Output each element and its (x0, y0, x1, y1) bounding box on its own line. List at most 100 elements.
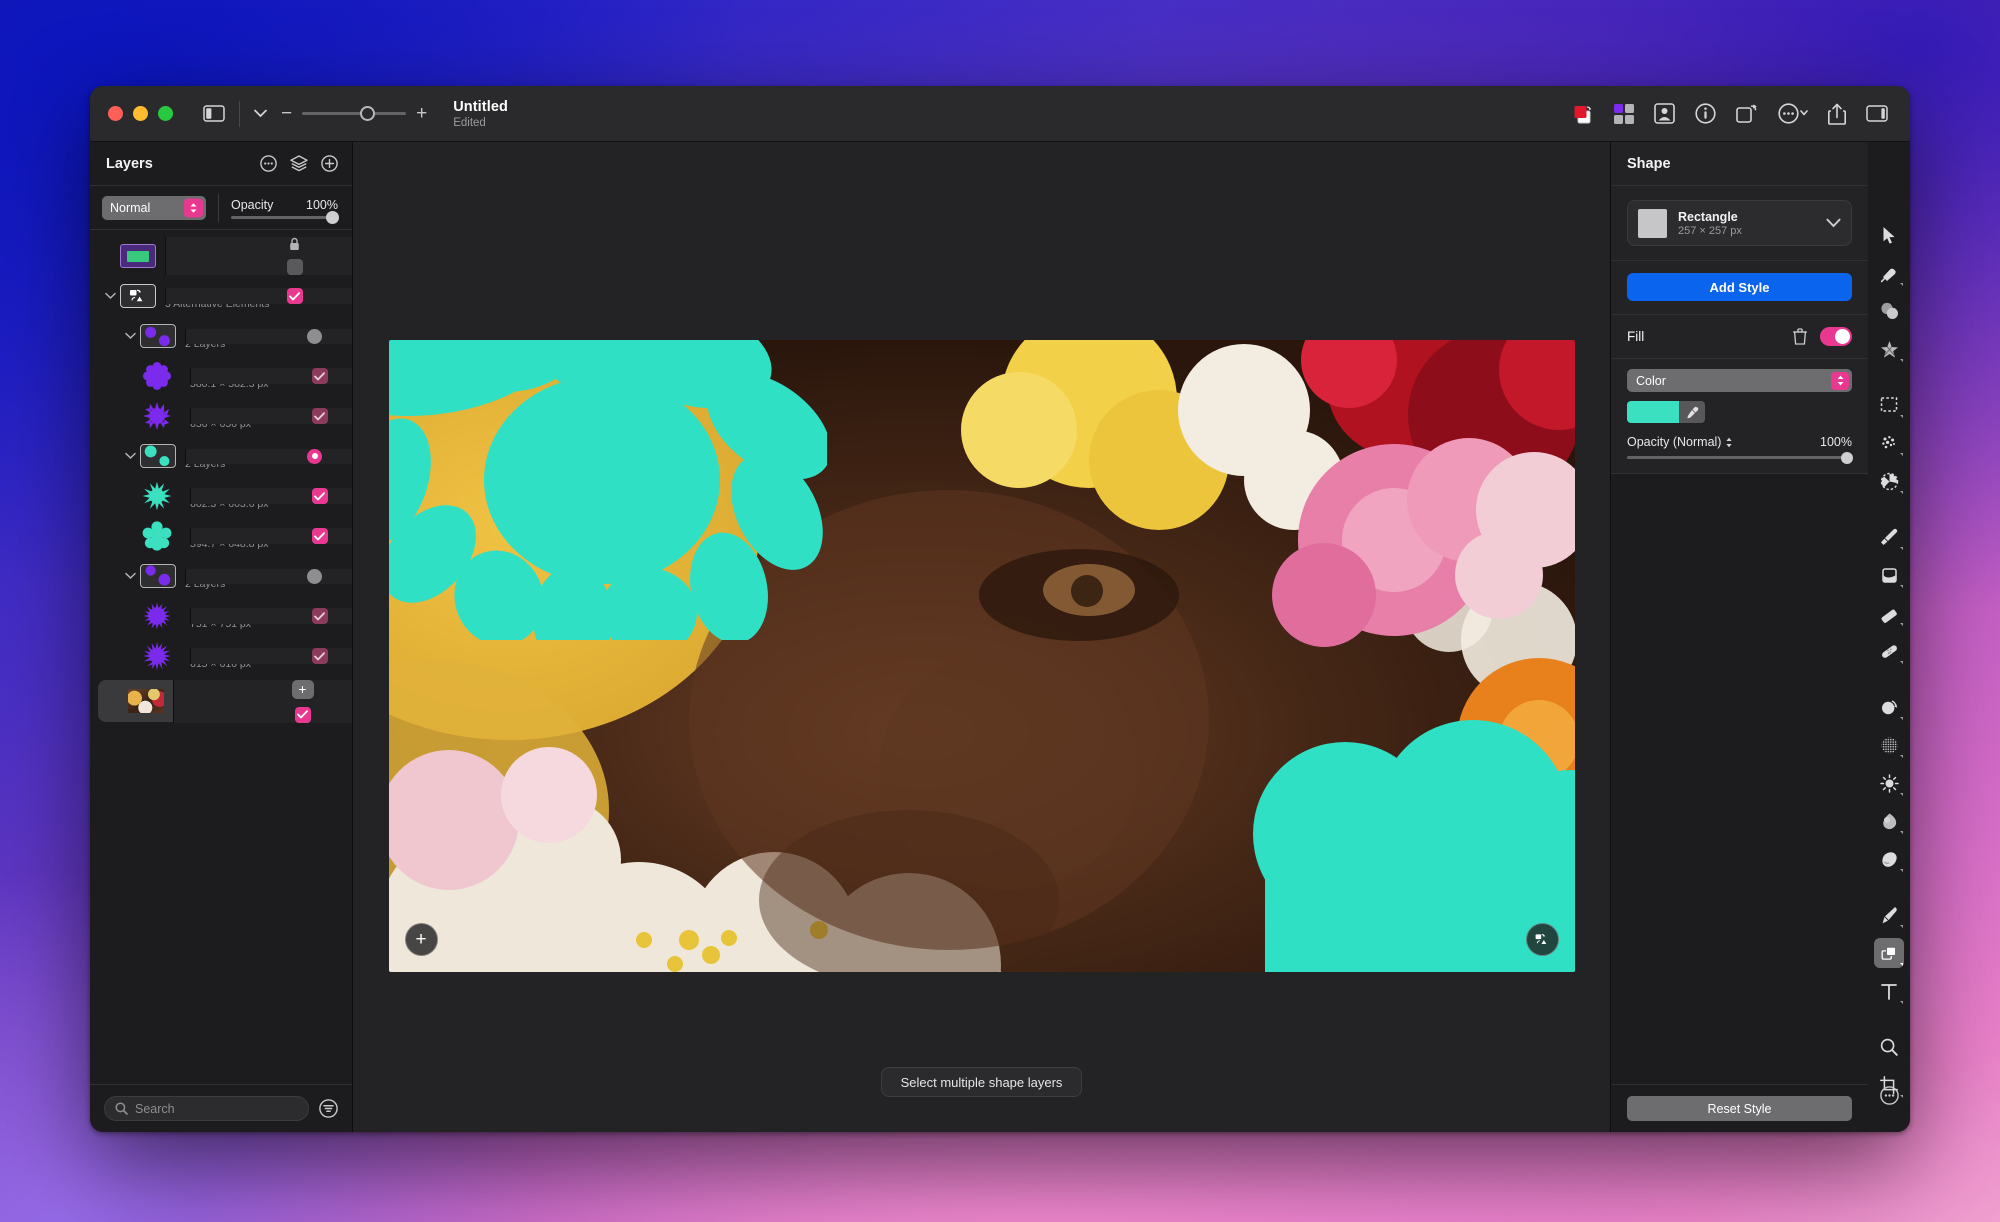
canvas-area[interactable]: + Select multiple shape layers (353, 142, 1610, 1132)
right-panel-icon[interactable] (1866, 105, 1888, 122)
view-options-chevron-icon[interactable] (254, 109, 267, 118)
zoom-slider-group[interactable]: − + (281, 104, 427, 123)
layer-row-shape-2a[interactable]: Shape 2 656 × 656 px (90, 396, 352, 436)
eraser-icon[interactable] (1874, 598, 1904, 628)
layer-row-shape-2b[interactable]: Shape 2 594.7 × 648.8 px (90, 516, 352, 556)
blend-mode-stepper-icon[interactable] (184, 198, 203, 217)
zoom-in-label[interactable]: + (416, 104, 427, 123)
rotate-icon[interactable] (1736, 103, 1758, 124)
layer-visibility-checkbox[interactable] (311, 368, 328, 384)
teal-clover-shape[interactable] (1205, 706, 1575, 972)
layers-stack-icon[interactable] (290, 155, 308, 172)
fill-color-swatch[interactable] (1627, 401, 1679, 423)
alternative-selector-dot[interactable] (307, 328, 322, 344)
layer-visibility-checkbox[interactable] (311, 408, 328, 424)
shapes-color-icon[interactable] (1572, 104, 1594, 124)
alternative-shape-button[interactable] (1525, 923, 1559, 956)
more-options-icon[interactable] (1778, 103, 1808, 124)
zoom-slider[interactable] (302, 106, 407, 121)
zoom-slider-handle[interactable] (360, 106, 376, 121)
smudge-icon[interactable] (1874, 692, 1904, 722)
dodge-icon[interactable] (1874, 768, 1904, 798)
maximize-window-button[interactable] (158, 106, 173, 121)
layer-row-composition-3[interactable]: Composition 3 2 Layers (90, 556, 352, 596)
bandage-icon[interactable] (1874, 636, 1904, 666)
layer-row-shape-1a[interactable]: Shape 1 580.1 × 582.3 px (90, 356, 352, 396)
layer-row-composition-1[interactable]: Composition 1 2 Layers (90, 316, 352, 356)
retouch-icon[interactable] (1874, 258, 1904, 288)
layer-opacity-slider[interactable] (231, 210, 339, 224)
paint-bucket-icon[interactable] (1874, 560, 1904, 590)
replace-media-button[interactable]: + (291, 679, 314, 699)
alternative-selector-dot[interactable] (307, 568, 322, 584)
shape-icon[interactable] (1874, 938, 1904, 968)
filter-icon[interactable] (319, 1099, 338, 1118)
blend-mode-select[interactable]: Normal (102, 195, 206, 220)
trash-icon[interactable] (1793, 328, 1807, 345)
brush-icon[interactable] (1874, 522, 1904, 552)
zoom-icon[interactable] (1874, 1032, 1904, 1062)
search-input[interactable]: Search (104, 1096, 309, 1121)
teal-daisy-shape[interactable] (388, 340, 827, 640)
halftone-icon[interactable] (1874, 730, 1904, 760)
share-icon[interactable] (1828, 103, 1846, 125)
traffic-light-buttons[interactable] (108, 106, 173, 121)
magic-wand-icon[interactable] (1874, 428, 1904, 458)
disclosure-triangle-icon[interactable] (120, 452, 140, 460)
distort-icon[interactable] (1874, 334, 1904, 364)
more-options-icon[interactable] (260, 155, 277, 172)
layer-visibility-checkbox[interactable] (311, 608, 328, 624)
grid-swatches-icon[interactable] (1614, 103, 1634, 124)
fill-opacity-slider[interactable] (1627, 451, 1853, 464)
pointer-icon[interactable] (1874, 220, 1904, 250)
clone-icon[interactable] (1874, 466, 1904, 496)
pen-icon[interactable] (1874, 900, 1904, 930)
selection-icon[interactable] (1874, 390, 1904, 420)
zoom-out-label[interactable]: − (281, 104, 292, 123)
toggle-sidebar-icon[interactable] (203, 105, 225, 122)
chevron-down-icon[interactable] (1826, 218, 1841, 228)
reset-style-button[interactable]: Reset Style (1627, 1096, 1852, 1121)
blend-icon[interactable] (1874, 296, 1904, 326)
disclosure-triangle-icon[interactable] (120, 332, 140, 340)
tool-rail[interactable] (1868, 142, 1910, 1132)
add-style-button[interactable]: Add Style (1627, 273, 1852, 301)
shape-selector[interactable]: Rectangle 257 × 257 px (1627, 200, 1852, 246)
minimize-window-button[interactable] (133, 106, 148, 121)
add-layer-icon[interactable] (321, 155, 338, 172)
alternative-selector-dot[interactable] (307, 448, 322, 464)
layer-visibility-checkbox[interactable] (286, 288, 303, 304)
text-icon[interactable] (1874, 976, 1904, 1006)
fill-color-row[interactable] (1627, 401, 1705, 423)
fill-type-stepper-icon[interactable] (1831, 371, 1849, 390)
layer-row-safe-area-guide[interactable]: Safe Area Guide 1200 × 628 px (90, 236, 352, 276)
layer-row-media-placeholder[interactable]: Media Placeholder: R… Placeholder Layer … (98, 679, 352, 723)
layer-row-shape-1c[interactable]: Shape 1 751 × 751 px (90, 596, 352, 636)
fill-opacity-control[interactable]: Opacity (Normal) 100% (1627, 435, 1853, 464)
layer-visibility-checkbox[interactable] (294, 706, 311, 723)
layer-row-shape-2c[interactable]: Shape 2 615 × 616 px (90, 636, 352, 676)
layer-row-composition-2[interactable]: Composition 2 2 Layers (90, 436, 352, 476)
fill-type-select[interactable]: Color (1627, 369, 1852, 392)
disclosure-triangle-icon[interactable] (100, 292, 120, 300)
layer-visibility-checkbox[interactable] (311, 488, 328, 504)
canvas-hint-pill[interactable]: Select multiple shape layers (880, 1067, 1083, 1097)
more-tools-icon[interactable] (1874, 1080, 1904, 1110)
layer-opacity-control[interactable]: Opacity 100% (231, 197, 339, 224)
sponge-icon[interactable] (1874, 844, 1904, 874)
artboard[interactable]: + (388, 340, 1575, 972)
layer-row-shape-1b[interactable]: Shape 1 602.3 × 603.6 px (90, 476, 352, 516)
fill-opacity-handle[interactable] (1841, 451, 1853, 464)
layer-list[interactable]: Safe Area Guide 1200 × 628 px (90, 230, 352, 1084)
layer-visibility-checkbox[interactable] (286, 259, 303, 275)
layer-row-shapes[interactable]: Shapes 3 Alternative Elements (90, 276, 352, 316)
lock-icon[interactable] (289, 237, 300, 251)
layer-visibility-checkbox[interactable] (311, 528, 328, 544)
eyedropper-icon[interactable] (1679, 401, 1705, 423)
opacity-stepper-icon[interactable] (1725, 437, 1733, 448)
fill-toggle[interactable] (1820, 327, 1852, 346)
disclosure-triangle-icon[interactable] (120, 572, 140, 580)
portrait-icon[interactable] (1654, 103, 1675, 124)
blur-icon[interactable] (1874, 806, 1904, 836)
close-window-button[interactable] (108, 106, 123, 121)
